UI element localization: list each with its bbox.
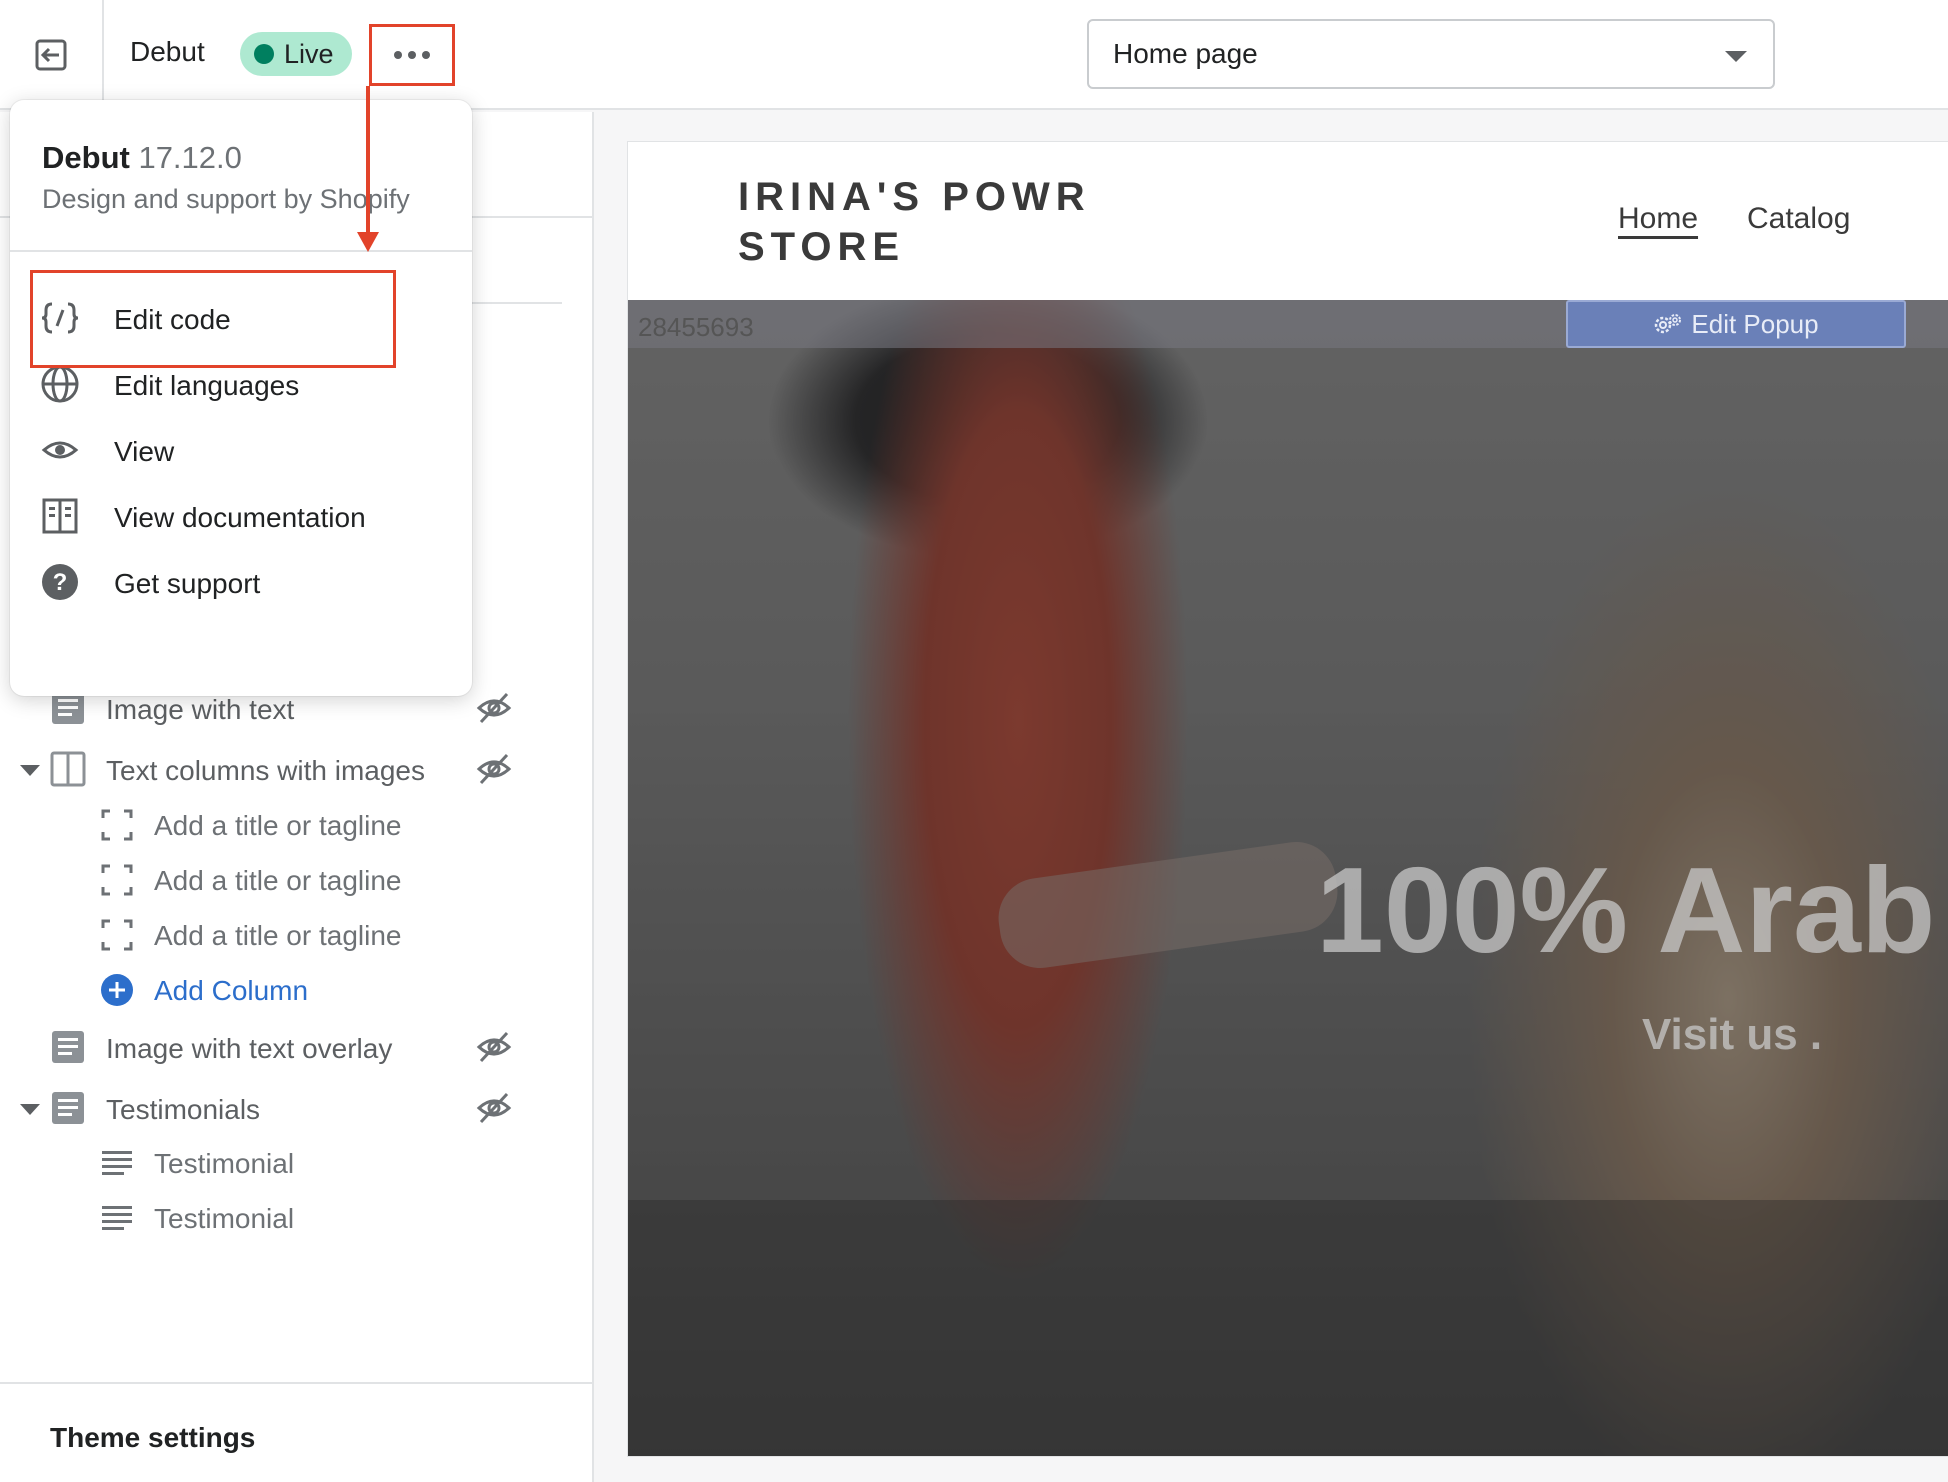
block-label: Add a title or tagline	[154, 920, 402, 951]
plus-circle-icon	[101, 974, 133, 1006]
section-image-with-text-overlay[interactable]: Image with text overlay	[0, 1017, 594, 1077]
block-item[interactable]: Add a title or tagline	[0, 906, 594, 962]
menu-item-label: Get support	[114, 568, 261, 599]
block-dashed-icon	[101, 919, 133, 951]
block-label: Testimonial	[154, 1203, 295, 1234]
hidden-eye-icon[interactable]	[476, 1029, 512, 1065]
more-dot-icon	[422, 51, 430, 59]
live-badge-label: Live	[284, 38, 334, 69]
nav-link-home[interactable]: Home	[1618, 202, 1698, 236]
caret-down-icon[interactable]	[20, 765, 40, 776]
block-item[interactable]: Add a title or tagline	[0, 851, 594, 907]
hidden-eye-icon[interactable]	[476, 690, 512, 726]
text-lines-icon	[102, 1151, 132, 1175]
popup-id: 28455693	[638, 312, 754, 342]
block-item[interactable]: Testimonial	[0, 1189, 594, 1245]
exit-icon	[35, 39, 67, 71]
caret-down-icon	[1725, 51, 1747, 62]
menu-item-get-support[interactable]: ? Get support	[10, 549, 472, 615]
annotation-highlight	[30, 270, 396, 368]
store-logo-text[interactable]: IRINA'S POWR STORE	[738, 172, 1138, 272]
block-dashed-icon	[101, 864, 133, 896]
section-icon	[52, 1092, 84, 1124]
add-column-button[interactable]: Add Column	[0, 961, 594, 1017]
section-text-columns-with-images[interactable]: Text columns with images	[0, 739, 594, 799]
section-label: Image with text overlay	[106, 1033, 393, 1064]
svg-text:?: ?	[53, 569, 68, 596]
theme-settings-link[interactable]: Theme settings	[50, 1422, 255, 1454]
more-actions-button[interactable]	[369, 24, 455, 86]
columns-icon	[50, 751, 86, 787]
section-label: Image with text	[106, 694, 295, 725]
menu-item-label: View	[114, 436, 175, 467]
section-label: Text columns with images	[106, 755, 426, 786]
nav-link-catalog[interactable]: Catalog	[1747, 202, 1850, 236]
globe-icon	[41, 365, 79, 403]
gears-icon	[1655, 314, 1682, 334]
hidden-eye-icon[interactable]	[476, 751, 512, 787]
block-label: Add a title or tagline	[154, 865, 402, 896]
block-item[interactable]: Testimonial	[0, 1134, 594, 1190]
exit-editor-button[interactable]	[0, 0, 104, 110]
edit-popup-label: Edit Popup	[1691, 308, 1819, 339]
page-selector-value: Home page	[1113, 38, 1258, 69]
popup-bar: 28455693 Edit Popup	[628, 300, 1948, 348]
menu-item-label: Edit languages	[114, 370, 300, 401]
edit-popup-button[interactable]: Edit Popup	[1566, 300, 1906, 348]
block-label: Testimonial	[154, 1148, 295, 1179]
menu-header: Debut 17.12.0 Design and support by Shop…	[10, 100, 472, 252]
hidden-eye-icon[interactable]	[476, 1090, 512, 1126]
storefront-preview: IRINA'S POWR STORE Home Catalog 28455693…	[628, 142, 1948, 1456]
menu-item-label: View documentation	[114, 502, 366, 533]
menu-theme-version: 17.12.0	[138, 140, 242, 175]
menu-theme-name: Debut	[42, 140, 130, 175]
caret-down-icon[interactable]	[20, 1104, 40, 1115]
theme-actions-menu: Debut 17.12.0 Design and support by Shop…	[10, 100, 472, 696]
more-dot-icon	[394, 51, 402, 59]
theme-name: Debut	[130, 36, 205, 67]
block-dashed-icon	[101, 809, 133, 841]
section-testimonials[interactable]: Testimonials	[0, 1078, 594, 1138]
text-lines-icon	[102, 1206, 132, 1230]
live-status-badge: Live	[240, 32, 352, 76]
menu-item-view-documentation[interactable]: View documentation	[10, 483, 472, 549]
hero-image-overlay: 28455693 Edit Popup 100% Arab Visit us .	[628, 300, 1948, 1456]
section-icon	[52, 1031, 84, 1063]
hero-subtitle: Visit us .	[1642, 1010, 1823, 1059]
block-label: Add a title or tagline	[154, 810, 402, 841]
eye-icon	[41, 441, 79, 459]
page-selector[interactable]: Home page	[1087, 19, 1775, 89]
more-dot-icon	[408, 51, 416, 59]
section-label: Testimonials	[106, 1094, 261, 1125]
add-column-label: Add Column	[154, 975, 309, 1006]
live-dot-icon	[254, 44, 274, 64]
annotation-arrow-head	[357, 232, 379, 252]
block-item[interactable]: Add a title or tagline	[0, 796, 594, 852]
editor-topbar: Debut Live Home page	[0, 0, 1948, 110]
book-icon	[42, 498, 78, 534]
store-header: IRINA'S POWR STORE Home Catalog	[628, 142, 1948, 300]
menu-credit: Design and support by Shopify	[42, 184, 410, 214]
menu-theme-title: Debut 17.12.0	[42, 140, 242, 176]
annotation-arrow	[366, 86, 370, 236]
divider	[0, 1382, 594, 1384]
hero-title: 100% Arab	[1316, 842, 1936, 978]
question-icon: ?	[42, 564, 78, 600]
menu-item-view[interactable]: View	[10, 417, 472, 483]
